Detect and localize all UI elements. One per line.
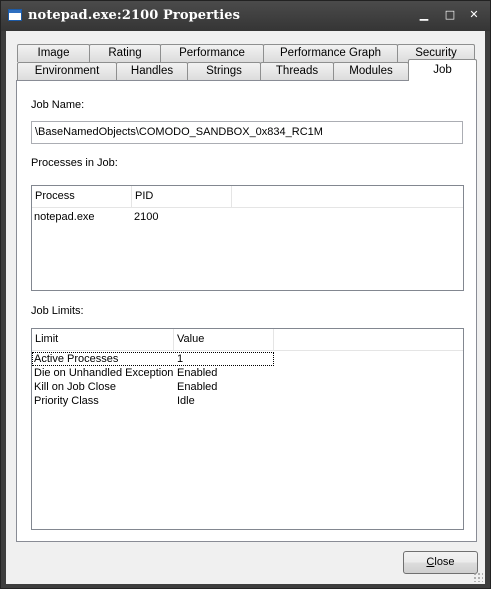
window-app-icon	[8, 9, 22, 21]
table-row[interactable]: Priority Class Idle	[32, 394, 274, 408]
tab-handles[interactable]: Handles	[116, 62, 188, 80]
tab-strings[interactable]: Strings	[187, 62, 261, 80]
processes-list[interactable]: Process PID notepad.exe 2100	[31, 185, 464, 291]
tab-job[interactable]: Job	[408, 59, 477, 81]
tab-environment[interactable]: Environment	[17, 62, 117, 80]
limit-name-cell: Kill on Job Close	[34, 381, 116, 393]
window-title: notepad.exe:2100 Properties	[28, 8, 241, 23]
job-limits-list[interactable]: Limit Value Active Processes 1 Die on Un…	[31, 328, 464, 530]
limit-value-cell: Enabled	[177, 367, 218, 379]
limit-name-cell: Die on Unhandled Exception	[34, 367, 174, 379]
column-header-value[interactable]: Value	[174, 329, 274, 350]
job-name-label: Job Name:	[31, 99, 85, 111]
process-name-cell: notepad.exe	[34, 211, 95, 223]
tab-performance[interactable]: Performance	[160, 44, 264, 62]
minimize-button[interactable]: ▁	[415, 7, 433, 23]
job-limits-label: Job Limits:	[31, 305, 84, 317]
table-row[interactable]: Active Processes 1	[32, 352, 274, 366]
job-tab-panel: Job Name: \BaseNamedObjects\COMODO_SANDB…	[16, 80, 477, 542]
column-header-limit[interactable]: Limit	[32, 329, 174, 350]
job-limits-list-header: Limit Value	[32, 329, 463, 351]
list-item[interactable]: notepad.exe 2100	[32, 210, 232, 224]
resize-grip-icon[interactable]	[473, 572, 483, 582]
title-bar[interactable]: notepad.exe:2100 Properties ▁ □ ✕	[1, 1, 490, 31]
limit-value-cell: Idle	[177, 395, 195, 407]
table-row[interactable]: Die on Unhandled Exception Enabled	[32, 366, 274, 380]
maximize-button[interactable]: □	[441, 7, 459, 23]
processes-list-header: Process PID	[32, 186, 463, 208]
column-header-pid[interactable]: PID	[132, 186, 232, 207]
job-name-field[interactable]: \BaseNamedObjects\COMODO_SANDBOX_0x834_R…	[31, 121, 463, 144]
processes-in-job-label: Processes in Job:	[31, 157, 118, 169]
tab-threads[interactable]: Threads	[260, 62, 334, 80]
close-button[interactable]: Close	[403, 551, 478, 574]
tab-performance-graph[interactable]: Performance Graph	[263, 44, 398, 62]
limit-name-cell: Priority Class	[34, 395, 99, 407]
tab-image[interactable]: Image	[17, 44, 90, 62]
column-header-process[interactable]: Process	[32, 186, 132, 207]
properties-window: notepad.exe:2100 Properties ▁ □ ✕ Image …	[0, 0, 491, 589]
process-pid-cell: 2100	[134, 211, 159, 223]
limit-value-cell: 1	[177, 353, 184, 365]
limit-name-cell: Active Processes	[34, 353, 119, 365]
table-row[interactable]: Kill on Job Close Enabled	[32, 380, 274, 394]
close-button-label: lose	[434, 556, 455, 568]
dialog-client-area: Image Rating Performance Performance Gra…	[6, 31, 485, 584]
tab-rating[interactable]: Rating	[89, 44, 161, 62]
close-window-button[interactable]: ✕	[465, 7, 483, 23]
limit-value-cell: Enabled	[177, 381, 218, 393]
tab-modules[interactable]: Modules	[333, 62, 409, 80]
